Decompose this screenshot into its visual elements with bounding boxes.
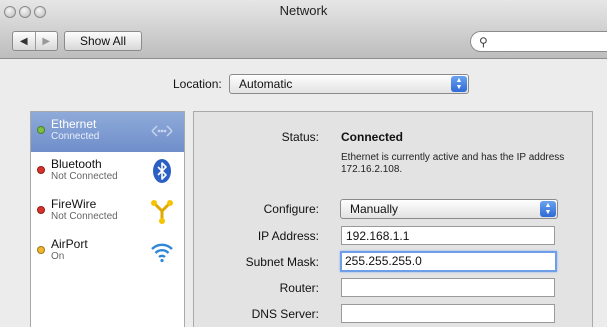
status-value: Connected [341, 130, 404, 144]
service-name: Bluetooth [51, 157, 102, 171]
dns-server-field[interactable] [341, 304, 555, 323]
location-value: Automatic [239, 77, 293, 91]
service-name: AirPort [51, 237, 88, 251]
service-status: Not Connected [51, 211, 118, 222]
service-status: On [51, 251, 65, 262]
service-item-firewire[interactable]: FireWire Not Connected [31, 192, 184, 232]
location-label: Location: [173, 77, 222, 91]
back-forward-control: ◀ ▶ [12, 31, 58, 51]
service-item-bluetooth[interactable]: Bluetooth Not Connected [31, 152, 184, 192]
service-item-ethernet[interactable]: Ethernet Connected [31, 112, 184, 152]
search-icon: ⚲ [479, 35, 488, 49]
configure-select[interactable]: Manually ▲ ▼ [340, 199, 558, 219]
subnet-mask-label: Subnet Mask: [245, 255, 319, 269]
search-input[interactable]: ⚲ [470, 31, 607, 52]
ethernet-detail-panel: Status: Connected Ethernet is currently … [193, 111, 593, 327]
status-dot-icon [37, 246, 45, 254]
bluetooth-icon [153, 159, 171, 183]
location-select[interactable]: Automatic ▲ ▼ [229, 74, 469, 94]
service-item-airport[interactable]: AirPort On [31, 232, 184, 272]
status-dot-icon [37, 166, 45, 174]
back-button[interactable]: ◀ [13, 32, 35, 50]
back-arrow-icon: ◀ [19, 35, 28, 47]
show-all-button[interactable]: Show All [64, 31, 142, 51]
forward-button[interactable]: ▶ [34, 32, 58, 50]
location-popup-stepper-icon: ▲ ▼ [451, 76, 467, 92]
service-status: Not Connected [51, 171, 118, 182]
service-name: Ethernet [51, 117, 97, 131]
ip-address-label: IP Address: [257, 229, 319, 243]
forward-arrow-icon: ▶ [42, 35, 51, 47]
window-title: Network [279, 3, 328, 18]
subnet-mask-value: 255.255.255.0 [345, 254, 422, 268]
router-field[interactable] [341, 278, 555, 297]
subnet-mask-field[interactable]: 255.255.255.0 [340, 251, 557, 272]
service-list: Ethernet Connected Bluetooth Not Connect… [30, 111, 185, 327]
service-name: FireWire [51, 197, 97, 211]
firewire-icon [151, 200, 173, 224]
configure-popup-stepper-icon: ▲ ▼ [540, 201, 556, 217]
ip-address-field[interactable]: 192.168.1.1 [341, 226, 555, 245]
configure-label: Configure: [263, 202, 319, 216]
status-dot-icon [37, 206, 45, 214]
wifi-icon [151, 243, 173, 263]
service-status: Connected [51, 131, 100, 142]
status-dot-icon [37, 126, 45, 134]
configure-value: Manually [350, 202, 399, 216]
status-description: Ethernet is currently active and has the… [341, 152, 565, 175]
ip-address-value: 192.168.1.1 [346, 229, 410, 243]
router-label: Router: [279, 281, 319, 295]
dns-server-label: DNS Server: [251, 307, 319, 321]
status-label: Status: [281, 130, 319, 144]
ethernet-icon [151, 125, 173, 137]
window-toolbar: Network ◀ ▶ Show All ⚲ [0, 0, 607, 59]
